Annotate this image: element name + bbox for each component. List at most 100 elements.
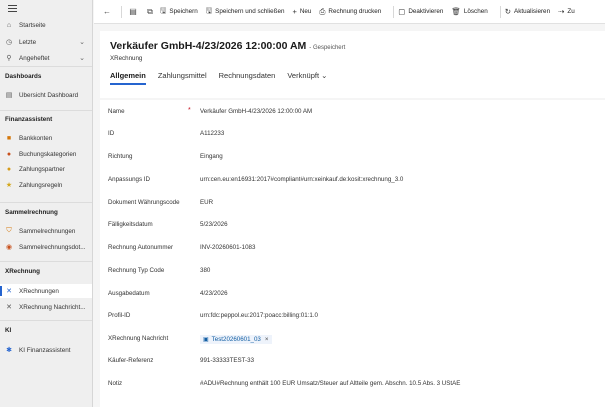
sidebar-item-sammelrechnungsdot-[interactable]: ◉ Sammelrechnungsdot... [0,240,92,254]
speichern-und-schließen-button[interactable]: 🖫 Speichern und schließen [206,5,285,18]
tab-rechnungsdaten[interactable]: Rechnungsdaten [219,71,276,85]
tab-allgemein[interactable]: Allgemein [110,71,146,85]
form-row: Käufer-Referenz 991-33333TEST-33 [100,349,605,371]
sidebar-item-label: Übersicht Dashboard [19,91,79,99]
toolbar-button-label: Aktualisieren [514,8,551,15]
chevron-down-icon[interactable]: ⌄ [79,38,85,46]
save-status: - Gespeichert [309,45,346,51]
field-label: Notiz [108,380,123,387]
toolbar-divider [121,5,122,18]
sidebar-item-zahlungspartner[interactable]: ● Zahlungspartner [0,162,92,176]
field-label: Rechnung Autonummer [108,244,174,251]
sidebar-item-letzte[interactable]: ◷ Letzte ⌄ [0,35,92,49]
field-label: Käufer-Referenz [108,357,154,364]
toolbar-button-label: Deaktivieren [408,8,444,15]
lookup-value[interactable]: Test20260601_03 [212,336,261,343]
field-value[interactable]: EUR [200,199,213,206]
tab-list: Allgemein Zahlungsmittel Rechnungsdaten Ver… [110,71,339,85]
field-value[interactable]: 5/23/2026 [200,221,228,228]
xmessage-icon: ✕ [6,304,12,311]
entity-name: XRechnung [110,55,143,62]
sidebar-item-ki-finanzassistent[interactable]: ✱ KI Finanzassistent [0,343,92,357]
form-view-icon[interactable]: ▤ [126,5,140,19]
field-label: XRechnung Nachricht [108,335,169,342]
neu-button[interactable]: + Neu [292,7,311,16]
field-value[interactable]: 4/23/2026 [200,290,228,297]
deactivate-icon: ▢ [398,7,406,16]
category-icon: ● [6,150,12,158]
form-row: Ausgabedatum 4/23/2026 [100,282,605,304]
sidebar-item-übersicht-dashboard[interactable]: ▤ Übersicht Dashboard [0,88,92,102]
sidebar-divider [0,261,92,262]
delete-icon: 🗑 [451,7,461,16]
sidebar-item-label: XRechnung Nachricht... [19,303,86,311]
sidebar-group-title: Sammelrechnung [5,209,58,216]
rule-icon: ★ [5,182,13,189]
back-arrow-icon[interactable]: ← [100,5,114,19]
toolbar-button-label: Speichern und schließen [215,8,285,15]
zu-button[interactable]: ⇢ Zu [558,7,575,16]
sidebar-item-bankkonten[interactable]: ■ Bankkonten [0,131,92,145]
sidebar-item-label: Sammelrechnungen [19,227,76,235]
sidebar-item-startseite[interactable]: ⌂ Startseite [0,18,92,32]
field-value[interactable]: Verkäufer GmbH-4/23/2026 12:00:00 AM [200,108,312,115]
sidebar-item-label: Startseite [19,21,46,29]
löschen-button[interactable]: 🗑 Löschen [451,7,487,16]
sidebar-item-sammelrechnungen[interactable]: ⛉ Sammelrechnungen [0,224,92,238]
toolbar-button-label: Löschen [463,8,488,15]
xrechnung-message-lookup[interactable]: ▣ Test20260601_03 × [200,335,272,344]
open-new-window-icon[interactable]: ⧉ [143,5,157,19]
field-label: Profil-ID [108,312,131,319]
hamburger-menu-icon[interactable] [8,5,17,12]
sidebar-item-zahlungsregeln[interactable]: ★ Zahlungsregeln [0,178,92,192]
sidebar-group-title: Dashboards [5,73,42,80]
field-value[interactable]: A112233 [200,130,224,137]
sidebar-divider [0,66,92,67]
remove-icon[interactable]: × [265,336,269,343]
chevron-down-icon[interactable]: ⌄ [79,54,85,62]
sidebar-item-xrechnung-nachricht-[interactable]: ✕ XRechnung Nachricht... [0,300,92,314]
clock-icon: ◷ [5,39,13,46]
field-label: Richtung [108,153,133,160]
field-label: ID [108,130,115,137]
print-icon: ⎙ [319,6,326,16]
field-value[interactable]: 991-33333TEST-33 [200,357,254,364]
speichern-button[interactable]: 🖫 Speichern [160,5,198,18]
tab-zahlungsmittel[interactable]: Zahlungsmittel [158,71,207,85]
field-label: Rechnung Typ Code [108,267,165,274]
tab-verknüpft-[interactable]: Verknüpft ⌄ [287,71,327,85]
deaktivieren-button[interactable]: ▢ Deaktivieren [398,7,443,16]
sidebar-group-title: KI [5,327,12,334]
field-value[interactable]: #ADU#Rechnung enthält 100 EUR Umsatz/Ste… [200,380,460,387]
field-label: Dokument Währungscode [108,199,180,206]
sidebar-item-buchungskategorien[interactable]: ● Buchungskategorien [0,147,92,161]
toolbar-button-label: Speichern [169,8,198,15]
partner-icon: ● [6,165,12,173]
sidebar-item-label: KI Finanzassistent [19,346,71,354]
field-value[interactable]: INV-20260601-1083 [200,244,255,251]
lookup-tag[interactable]: ▣ Test20260601_03 × [200,335,272,344]
sidebar-item-label: Angeheftet [19,54,50,62]
sidebar-item-label: Letzte [19,38,37,46]
field-value[interactable]: 380 [200,267,210,274]
record-header: Verkäufer GmbH-4/23/2026 12:00:00 AM - Ge… [100,31,605,98]
pin-icon: ⚲ [6,55,12,62]
invoice-doc-icon: ◉ [5,244,13,251]
dashboard-icon: ▤ [5,92,13,99]
sidebar-item-xrechnungen[interactable]: ✕ XRechnungen [0,284,92,298]
rechnung-drucken-button[interactable]: ⎙ Rechnung drucken [319,7,381,17]
plus-icon: + [292,7,297,16]
toolbar-button-label: Neu [299,8,312,15]
home-icon: ⌂ [6,21,12,29]
toolbar-button-label: Zu [567,8,575,15]
form-row: Profil-ID urn:fdc:peppol.eu:2017:poacc:bi… [100,304,605,326]
field-value[interactable]: urn:cen.eu:en16931:2017#compliant#urn:xe… [200,176,403,183]
main-area: Verkäufer GmbH-4/23/2026 12:00:00 AM - Ge… [94,25,605,407]
field-value[interactable]: urn:fdc:peppol.eu:2017:poacc:billing:01:… [200,312,318,319]
form-row: Rechnung Autonummer INV-20260601-1083 [100,236,605,258]
sidebar-group-title: Finanzassistent [5,116,53,123]
field-value[interactable]: Eingang [200,153,223,160]
sidebar-item-angeheftet[interactable]: ⚲ Angeheftet ⌄ [0,51,92,65]
aktualisieren-button[interactable]: ↻ Aktualisieren [505,7,550,16]
toolbar-divider [499,5,501,18]
